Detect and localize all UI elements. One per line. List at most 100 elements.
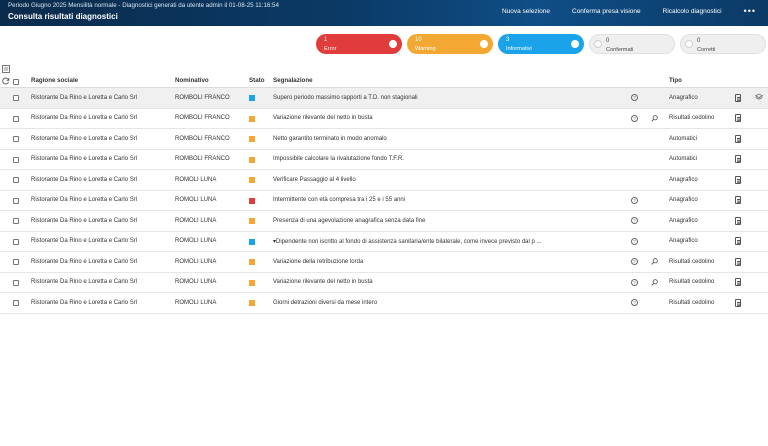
- segnalazione: Presenza di una agevolazione anagrafica …: [273, 217, 426, 224]
- table-header: Ragione sociale Nominativo Stato Segnala…: [0, 76, 768, 88]
- row-checkbox[interactable]: [13, 177, 19, 183]
- info-icon[interactable]: ?: [631, 94, 638, 101]
- ragione-sociale: Ristorante Da Rino e Loretta e Carlo Srl: [31, 279, 138, 285]
- nominativo: ROMBOLI FRANCO: [175, 135, 230, 142]
- confirm-view-button[interactable]: Conferma presa visione: [572, 8, 641, 15]
- document-icon[interactable]: [735, 278, 741, 286]
- col-ragione-sociale[interactable]: Ragione sociale: [31, 77, 78, 84]
- document-icon[interactable]: [735, 216, 741, 225]
- diagnostics-table: Ragione sociale Nominativo Stato Segnala…: [0, 76, 768, 314]
- document-icon[interactable]: [735, 237, 741, 245]
- search-icon[interactable]: [651, 278, 658, 286]
- nominativo: ROMOLI LUNA: [175, 299, 217, 306]
- col-nominativo[interactable]: Nominativo: [175, 77, 209, 84]
- pill-informativi[interactable]: 3 Informativi: [498, 34, 584, 54]
- columns-icon[interactable]: [2, 65, 10, 73]
- toggle-knob: [685, 40, 693, 48]
- tipo: Automatici: [669, 135, 698, 142]
- pill-confermati[interactable]: 0 Confermati: [589, 34, 675, 54]
- document-icon[interactable]: [735, 155, 741, 163]
- status-square: [249, 177, 255, 183]
- toggle-knob: [571, 40, 579, 48]
- info-icon[interactable]: ?: [631, 114, 638, 122]
- nominativo: ROMBOLI FRANCO: [175, 156, 230, 162]
- table-row[interactable]: Ristorante Da Rino e Loretta e Carlo Srl…: [0, 88, 768, 109]
- row-checkbox[interactable]: [13, 197, 19, 204]
- row-checkbox[interactable]: [13, 259, 19, 265]
- nominativo: ROMOLI LUNA: [175, 238, 217, 244]
- table-row[interactable]: Ristorante Da Rino e Loretta e Carlo Srl…: [0, 252, 768, 273]
- status-square: [249, 197, 255, 204]
- table-row[interactable]: Ristorante Da Rino e Loretta e Carlo Srl…: [0, 150, 768, 170]
- document-icon[interactable]: [735, 114, 741, 122]
- info-icon[interactable]: ?: [631, 237, 638, 245]
- table-row[interactable]: Ristorante Da Rino e Loretta e Carlo Srl…: [0, 293, 768, 314]
- col-tipo[interactable]: Tipo: [669, 77, 682, 84]
- info-icon[interactable]: ?: [631, 299, 638, 306]
- segnalazione: Verificare Passaggio al 4 livello: [273, 176, 356, 183]
- row-checkbox[interactable]: [13, 156, 19, 163]
- table-row[interactable]: Ristorante Da Rino e Loretta e Carlo Srl…: [0, 211, 768, 232]
- pill-count: 3: [506, 37, 510, 43]
- row-checkbox[interactable]: [13, 238, 19, 245]
- search-icon[interactable]: [651, 258, 658, 265]
- new-selection-button[interactable]: Nuova selezione: [502, 8, 550, 15]
- segnalazione: Variazione rilevante del netto in busta: [273, 279, 373, 285]
- ragione-sociale: Ristorante Da Rino e Loretta e Carlo Srl: [31, 217, 138, 224]
- tipo: Anagrafico: [669, 217, 698, 224]
- document-icon[interactable]: [735, 134, 741, 143]
- segnalazione: Netto garantito terminato in modo anomal…: [273, 135, 387, 142]
- row-checkbox[interactable]: [13, 136, 19, 142]
- toggle-knob: [594, 40, 602, 48]
- info-icon[interactable]: ?: [631, 258, 638, 265]
- toggle-knob: [480, 40, 488, 48]
- document-icon[interactable]: [735, 175, 741, 184]
- tipo: Anagrafico: [669, 94, 698, 101]
- row-checkbox[interactable]: [13, 95, 19, 101]
- col-stato[interactable]: Stato: [249, 77, 264, 84]
- document-icon[interactable]: [735, 298, 741, 307]
- table-row[interactable]: Ristorante Da Rino e Loretta e Carlo Srl…: [0, 273, 768, 293]
- row-checkbox[interactable]: [13, 218, 19, 224]
- info-icon[interactable]: ?: [631, 217, 638, 224]
- period-info: Periodo Giugno 2025 Mensilità normale - …: [8, 2, 279, 9]
- nominativo: ROMOLI LUNA: [175, 279, 217, 285]
- row-checkbox[interactable]: [13, 115, 19, 122]
- table-body: Ristorante Da Rino e Loretta e Carlo Srl…: [0, 88, 768, 314]
- document-icon[interactable]: [735, 257, 741, 266]
- pill-error[interactable]: 1 Error: [316, 34, 402, 54]
- table-row[interactable]: Ristorante Da Rino e Loretta e Carlo Srl…: [0, 232, 768, 252]
- pill-warning[interactable]: 10 Warning: [407, 34, 493, 54]
- info-icon[interactable]: ?: [631, 196, 638, 204]
- document-icon[interactable]: [735, 93, 741, 102]
- pill-label: Error: [324, 46, 337, 52]
- status-square: [249, 218, 255, 224]
- filter-pills: 1 Error 10 Warning 3 Informativi 0 Confe…: [316, 34, 768, 54]
- status-square: [249, 115, 255, 122]
- table-row[interactable]: Ristorante Da Rino e Loretta e Carlo Srl…: [0, 129, 768, 150]
- pill-count: 1: [324, 37, 328, 43]
- info-icon[interactable]: ?: [631, 278, 638, 286]
- nominativo: ROMBOLI FRANCO: [175, 115, 230, 121]
- status-square: [249, 136, 255, 142]
- row-checkbox[interactable]: [13, 300, 19, 306]
- more-menu-icon[interactable]: •••: [744, 6, 756, 16]
- pill-count: 0: [606, 38, 610, 44]
- recalculate-diagnostics-button[interactable]: Ricalcolo diagnostici: [663, 8, 722, 15]
- col-segnalazione[interactable]: Segnalazione: [273, 77, 313, 84]
- nominativo: ROMOLI LUNA: [175, 197, 217, 203]
- pill-corretti[interactable]: 0 Corretti: [680, 34, 766, 54]
- document-icon[interactable]: [735, 196, 741, 204]
- search-icon[interactable]: [651, 114, 658, 122]
- ragione-sociale: Ristorante Da Rino e Loretta e Carlo Srl: [31, 258, 138, 265]
- status-square: [249, 300, 255, 306]
- select-all-checkbox[interactable]: [13, 79, 19, 85]
- table-row[interactable]: Ristorante Da Rino e Loretta e Carlo Srl…: [0, 109, 768, 129]
- tipo: Risultati cedolino: [669, 258, 715, 265]
- layers-icon[interactable]: [755, 93, 763, 101]
- row-checkbox[interactable]: [13, 279, 19, 286]
- table-row[interactable]: Ristorante Da Rino e Loretta e Carlo Srl…: [0, 170, 768, 191]
- table-row[interactable]: Ristorante Da Rino e Loretta e Carlo Srl…: [0, 191, 768, 211]
- tipo: Risultati cedolino: [669, 299, 715, 306]
- ragione-sociale: Ristorante Da Rino e Loretta e Carlo Srl: [31, 197, 138, 203]
